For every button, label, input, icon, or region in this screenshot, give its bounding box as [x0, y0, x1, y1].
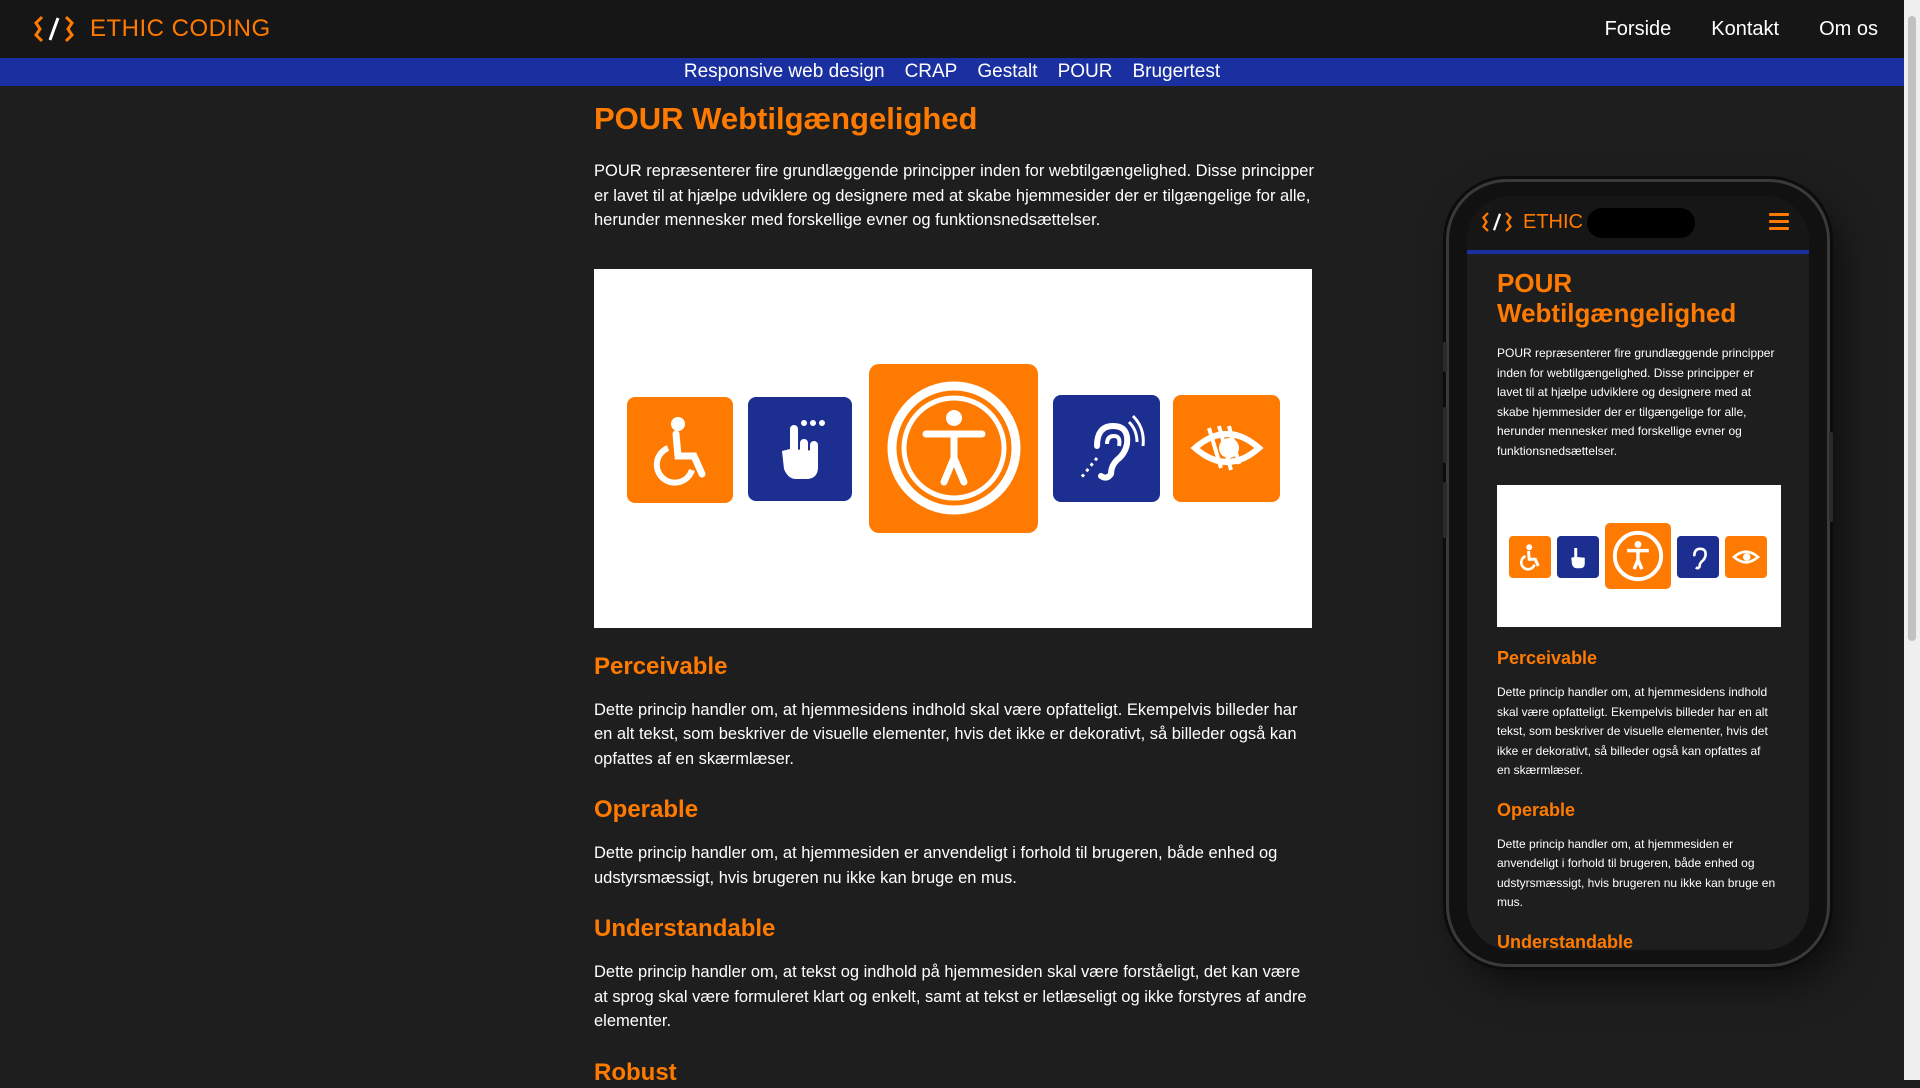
phone-accessibility-image [1497, 485, 1781, 627]
touch-hand-icon [1557, 536, 1599, 578]
topic-gestalt[interactable]: Gestalt [977, 61, 1037, 83]
main-nav: Forside Kontakt Om os [1565, 0, 1878, 58]
section-understandable-heading: Understandable [594, 915, 776, 942]
phone-screen: ETHIC POUR Webtilgængelighed POUR repræs… [1467, 196, 1809, 950]
phone-brand: ETHIC [1479, 210, 1583, 234]
hearing-assist-icon [1053, 394, 1160, 502]
section-perceivable-heading: Perceivable [594, 652, 728, 680]
low-vision-icon [1725, 536, 1767, 578]
phone-header: ETHIC [1467, 196, 1809, 250]
main-content: POUR Webtilgængelighed POUR repræsentere… [594, 86, 1314, 1088]
phone-side-button [1829, 432, 1833, 522]
phone-side-button [1443, 407, 1447, 463]
phone-perceivable-text: Dette princip handler om, at hjemmesiden… [1497, 685, 1768, 777]
phone-nav-bar [1467, 250, 1809, 254]
nav-om-os[interactable]: Om os [1819, 18, 1878, 41]
hearing-assist-icon [1677, 536, 1719, 578]
section-robust-heading: Robust [594, 1058, 677, 1086]
section-operable-heading: Operable [594, 796, 699, 823]
scrollbar[interactable] [1904, 0, 1920, 1080]
hamburger-menu-icon[interactable] [1769, 213, 1789, 231]
brand-name: ETHIC CODING [90, 15, 271, 42]
page-title: POUR Webtilgængelighed [594, 101, 978, 136]
code-logo-icon [34, 15, 74, 43]
phone-content: POUR Webtilgængelighed POUR repræsentere… [1467, 268, 1809, 950]
section-perceivable-text: Dette princip handler om, at hjemmesiden… [594, 700, 1298, 768]
phone-page-title: POUR Webtilgængelighed [1497, 268, 1737, 328]
dynamic-island [1587, 208, 1695, 238]
code-logo-icon [1482, 212, 1512, 232]
universal-access-icon [1605, 523, 1671, 589]
phone-operable-heading: Operable [1497, 799, 1576, 820]
site-header: ETHIC CODING Forside Kontakt Om os [0, 0, 1904, 58]
phone-mockup: ETHIC POUR Webtilgængelighed POUR repræs… [1443, 182, 1833, 964]
section-operable-text: Dette princip handler om, at hjemmesiden… [594, 844, 1278, 887]
phone-intro-text: POUR repræsenterer fire grundlæggende pr… [1497, 346, 1775, 458]
touch-hand-icon [748, 396, 852, 501]
low-vision-icon [1173, 394, 1280, 502]
phone-side-button [1443, 342, 1447, 372]
universal-access-icon [869, 363, 1038, 533]
topic-crap[interactable]: CRAP [905, 61, 958, 83]
wheelchair-icon [1509, 536, 1551, 578]
phone-brand-name: ETHIC [1523, 210, 1583, 233]
phone-understandable-heading: Understandable [1497, 931, 1634, 951]
intro-text: POUR repræsenterer fire grundlæggende pr… [594, 162, 1314, 229]
accessibility-icons-image [594, 268, 1312, 628]
topic-pour[interactable]: POUR [1058, 61, 1113, 83]
topic-brugertest[interactable]: Brugertest [1132, 61, 1220, 83]
brand-link[interactable]: ETHIC CODING [30, 13, 271, 45]
phone-perceivable-heading: Perceivable [1497, 648, 1598, 668]
wheelchair-icon [627, 396, 733, 503]
phone-side-button [1443, 482, 1447, 538]
scrollbar-thumb[interactable] [1908, 16, 1916, 641]
nav-kontakt[interactable]: Kontakt [1711, 18, 1779, 41]
nav-forside[interactable]: Forside [1605, 18, 1672, 41]
topic-responsive[interactable]: Responsive web design [684, 61, 885, 83]
topic-nav: Responsive web design CRAP Gestalt POUR … [0, 58, 1904, 86]
phone-operable-text: Dette princip handler om, at hjemmesiden… [1497, 836, 1776, 910]
section-understandable-text: Dette princip handler om, at tekst og in… [594, 963, 1307, 1030]
